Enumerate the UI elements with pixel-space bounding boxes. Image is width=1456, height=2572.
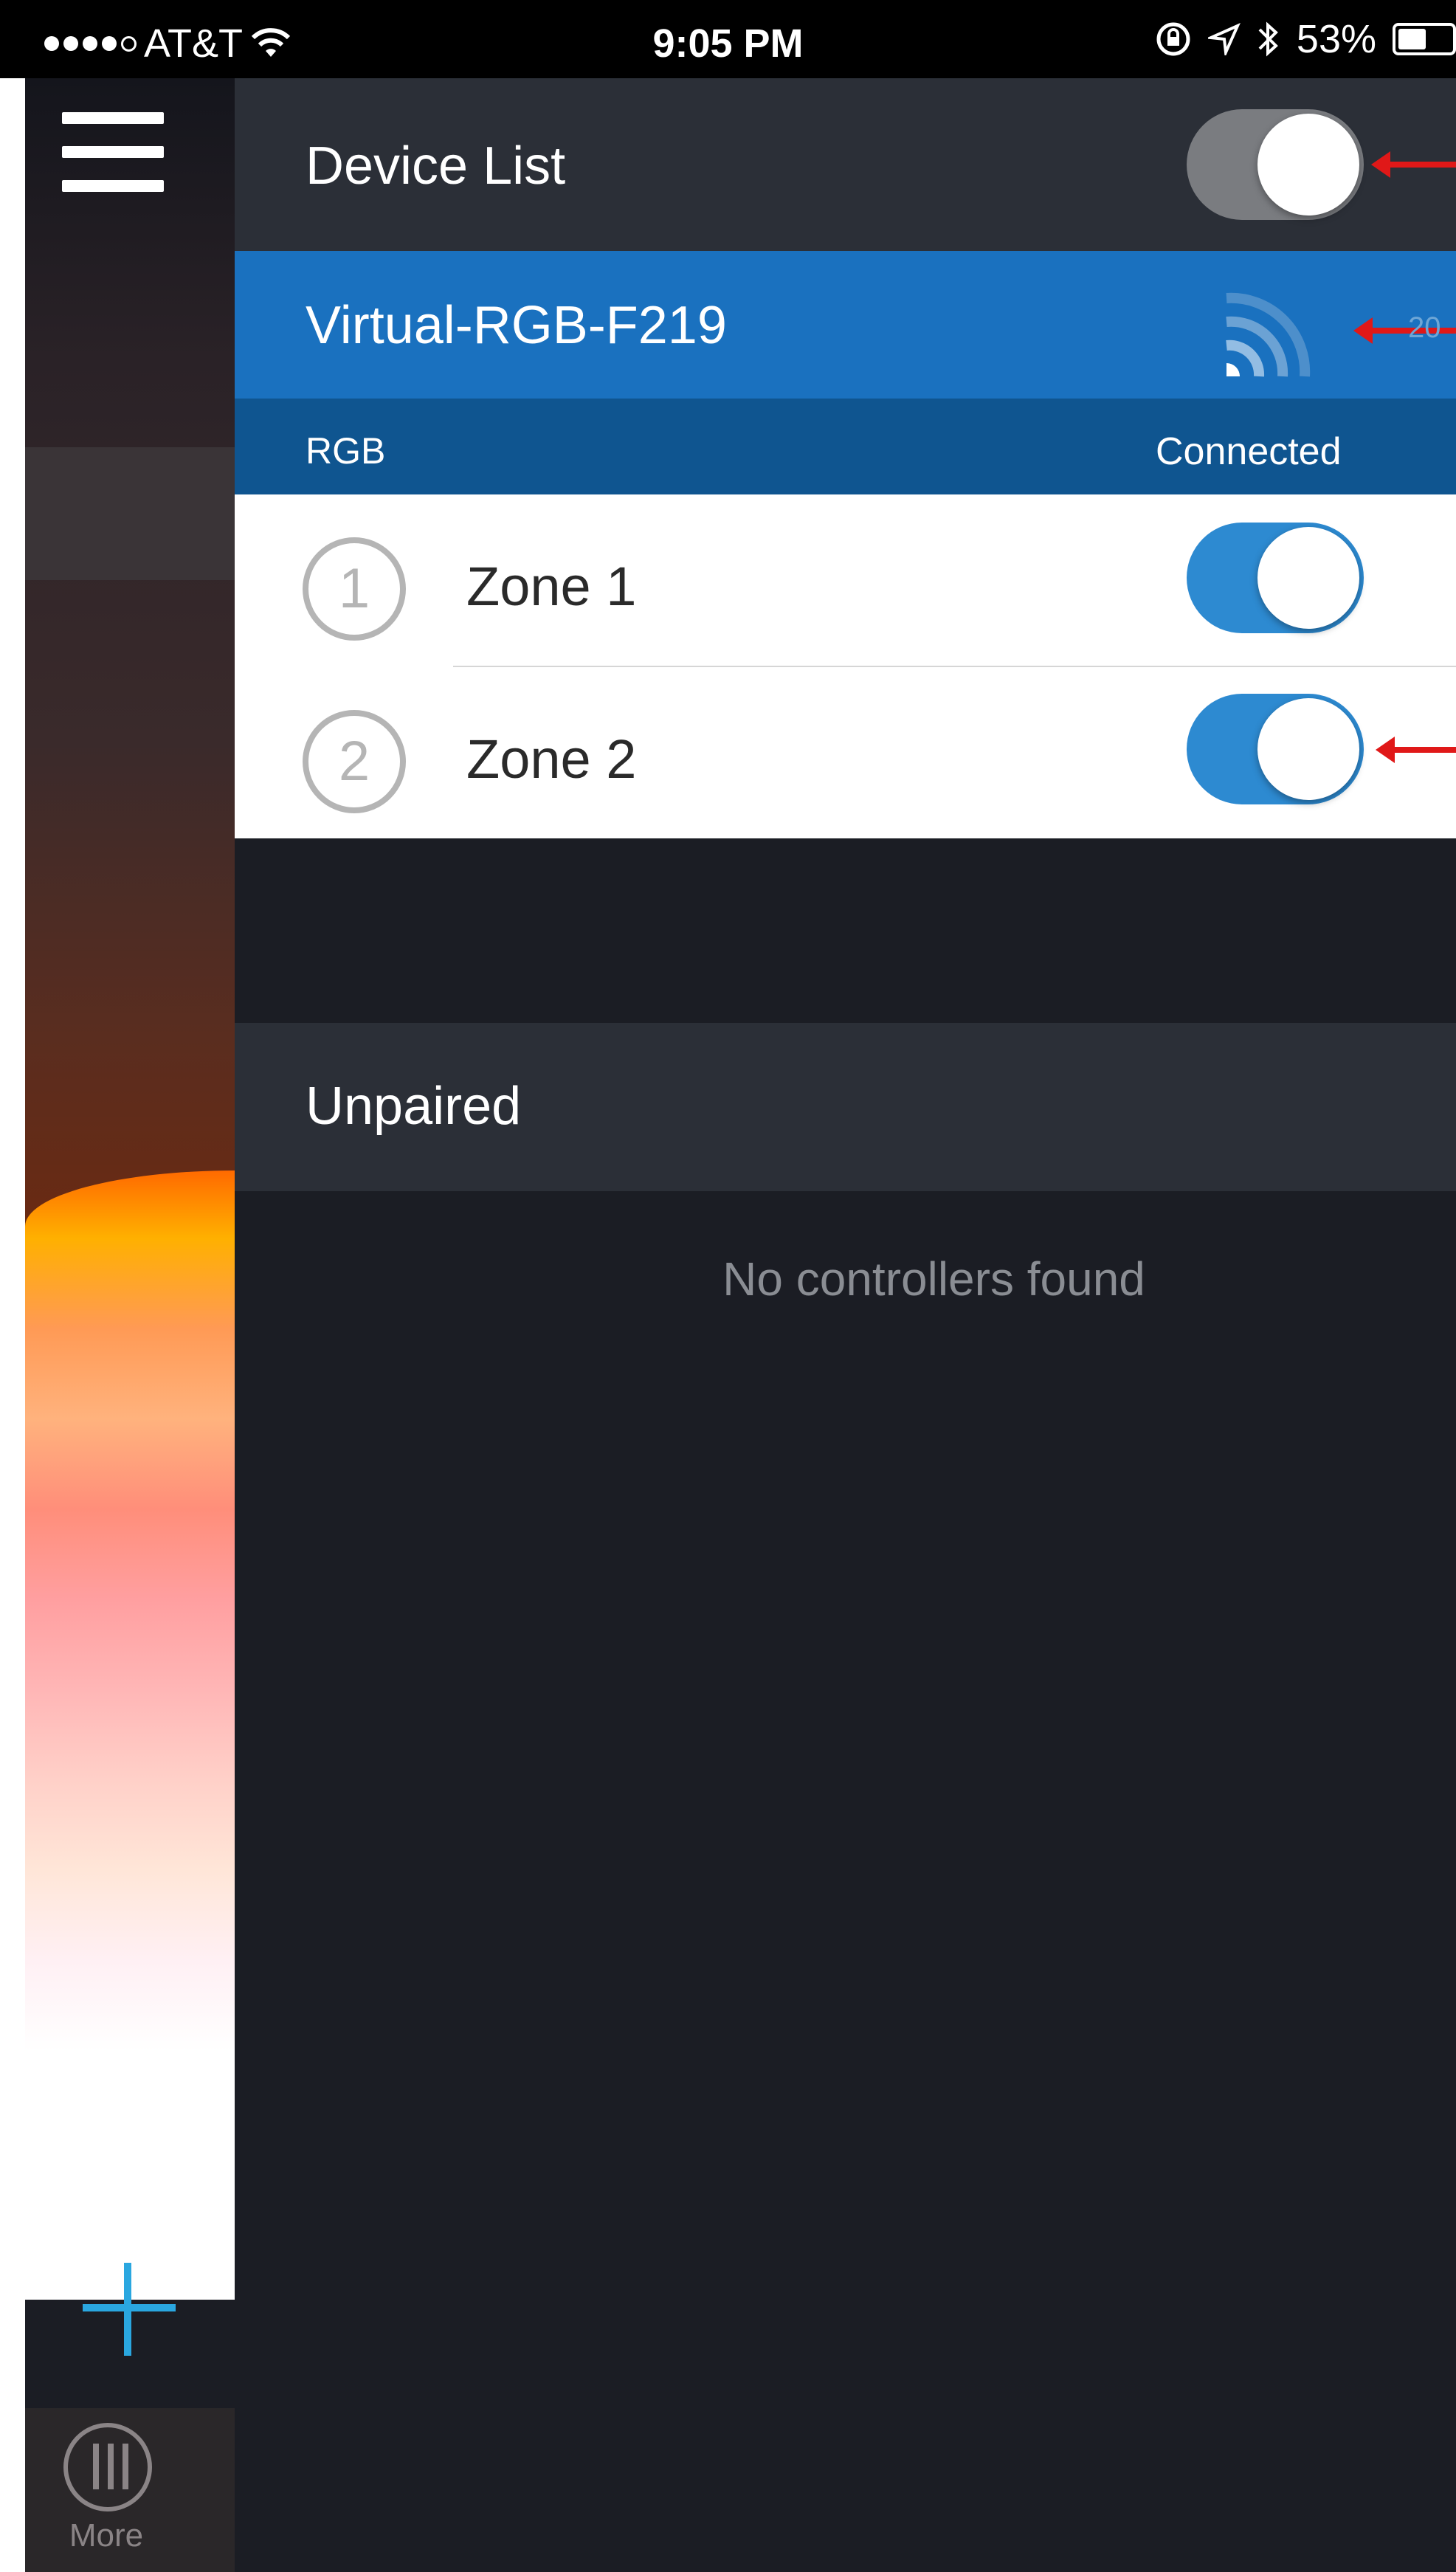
device-list-header: Device List [235,78,1456,251]
bluetooth-icon [1258,21,1278,57]
app-screen: AT&T 9:05 PM 53% More Device List Virtua… [0,0,1456,2572]
zone-list: 1 Zone 1 2 Zone 2 [235,494,1456,838]
zone-row-2[interactable]: 2 Zone 2 [235,667,1456,838]
orientation-lock-icon [1156,22,1190,56]
empty-gap [235,838,1456,1023]
color-wheel[interactable] [25,1170,235,2300]
device-list-master-toggle[interactable] [1187,109,1364,220]
connection-status: Connected [1156,430,1342,473]
plus-icon[interactable] [83,2263,176,2356]
rail-edge [0,78,25,2572]
status-bar: AT&T 9:05 PM 53% [0,0,1456,78]
zone-1-toggle[interactable] [1187,523,1364,633]
zone-2-toggle[interactable] [1187,694,1364,804]
device-list-title: Device List [306,137,566,196]
signal-value: 20 [1408,311,1441,344]
more-tab-label: More [69,2517,144,2554]
unpaired-header: Unpaired [235,1023,1456,1191]
wifi-signal-icon [1226,292,1311,377]
device-subheader: RGB Connected [235,399,1456,494]
battery-level-fill [1398,29,1426,49]
device-row[interactable]: Virtual-RGB-F219 20 [235,251,1456,399]
rail-header-band [25,447,235,580]
more-tab[interactable]: More [25,2408,235,2572]
annotation-arrow [1376,737,1456,763]
toggle-knob [1257,698,1359,800]
no-controllers-message: No controllers found [235,1252,1456,1306]
empty-message-text: No controllers found [722,1252,1145,1306]
toggle-knob [1257,527,1359,629]
battery-percent: 53% [1296,17,1376,61]
device-list-drawer: Device List Virtual-RGB-F219 20 RGB Conn… [235,78,1456,2572]
location-icon [1207,23,1241,55]
hamburger-menu-icon[interactable] [62,112,164,193]
zone-number-badge: 1 [303,537,406,641]
annotation-arrow [1371,151,1456,178]
toggle-knob [1257,114,1359,216]
zone-label: Zone 1 [466,556,637,617]
zone-label: Zone 2 [466,728,637,790]
device-name: Virtual-RGB-F219 [306,296,727,355]
zone-row-1[interactable]: 1 Zone 1 [235,494,1456,666]
mixer-sliders-icon [63,2423,152,2511]
background-app-rail: More [0,78,235,2572]
zone-number-badge: 2 [303,710,406,813]
unpaired-title: Unpaired [306,1077,522,1136]
device-type-label: RGB [306,430,386,472]
battery-icon [1393,23,1456,55]
status-right-group: 53% [1155,16,1456,62]
